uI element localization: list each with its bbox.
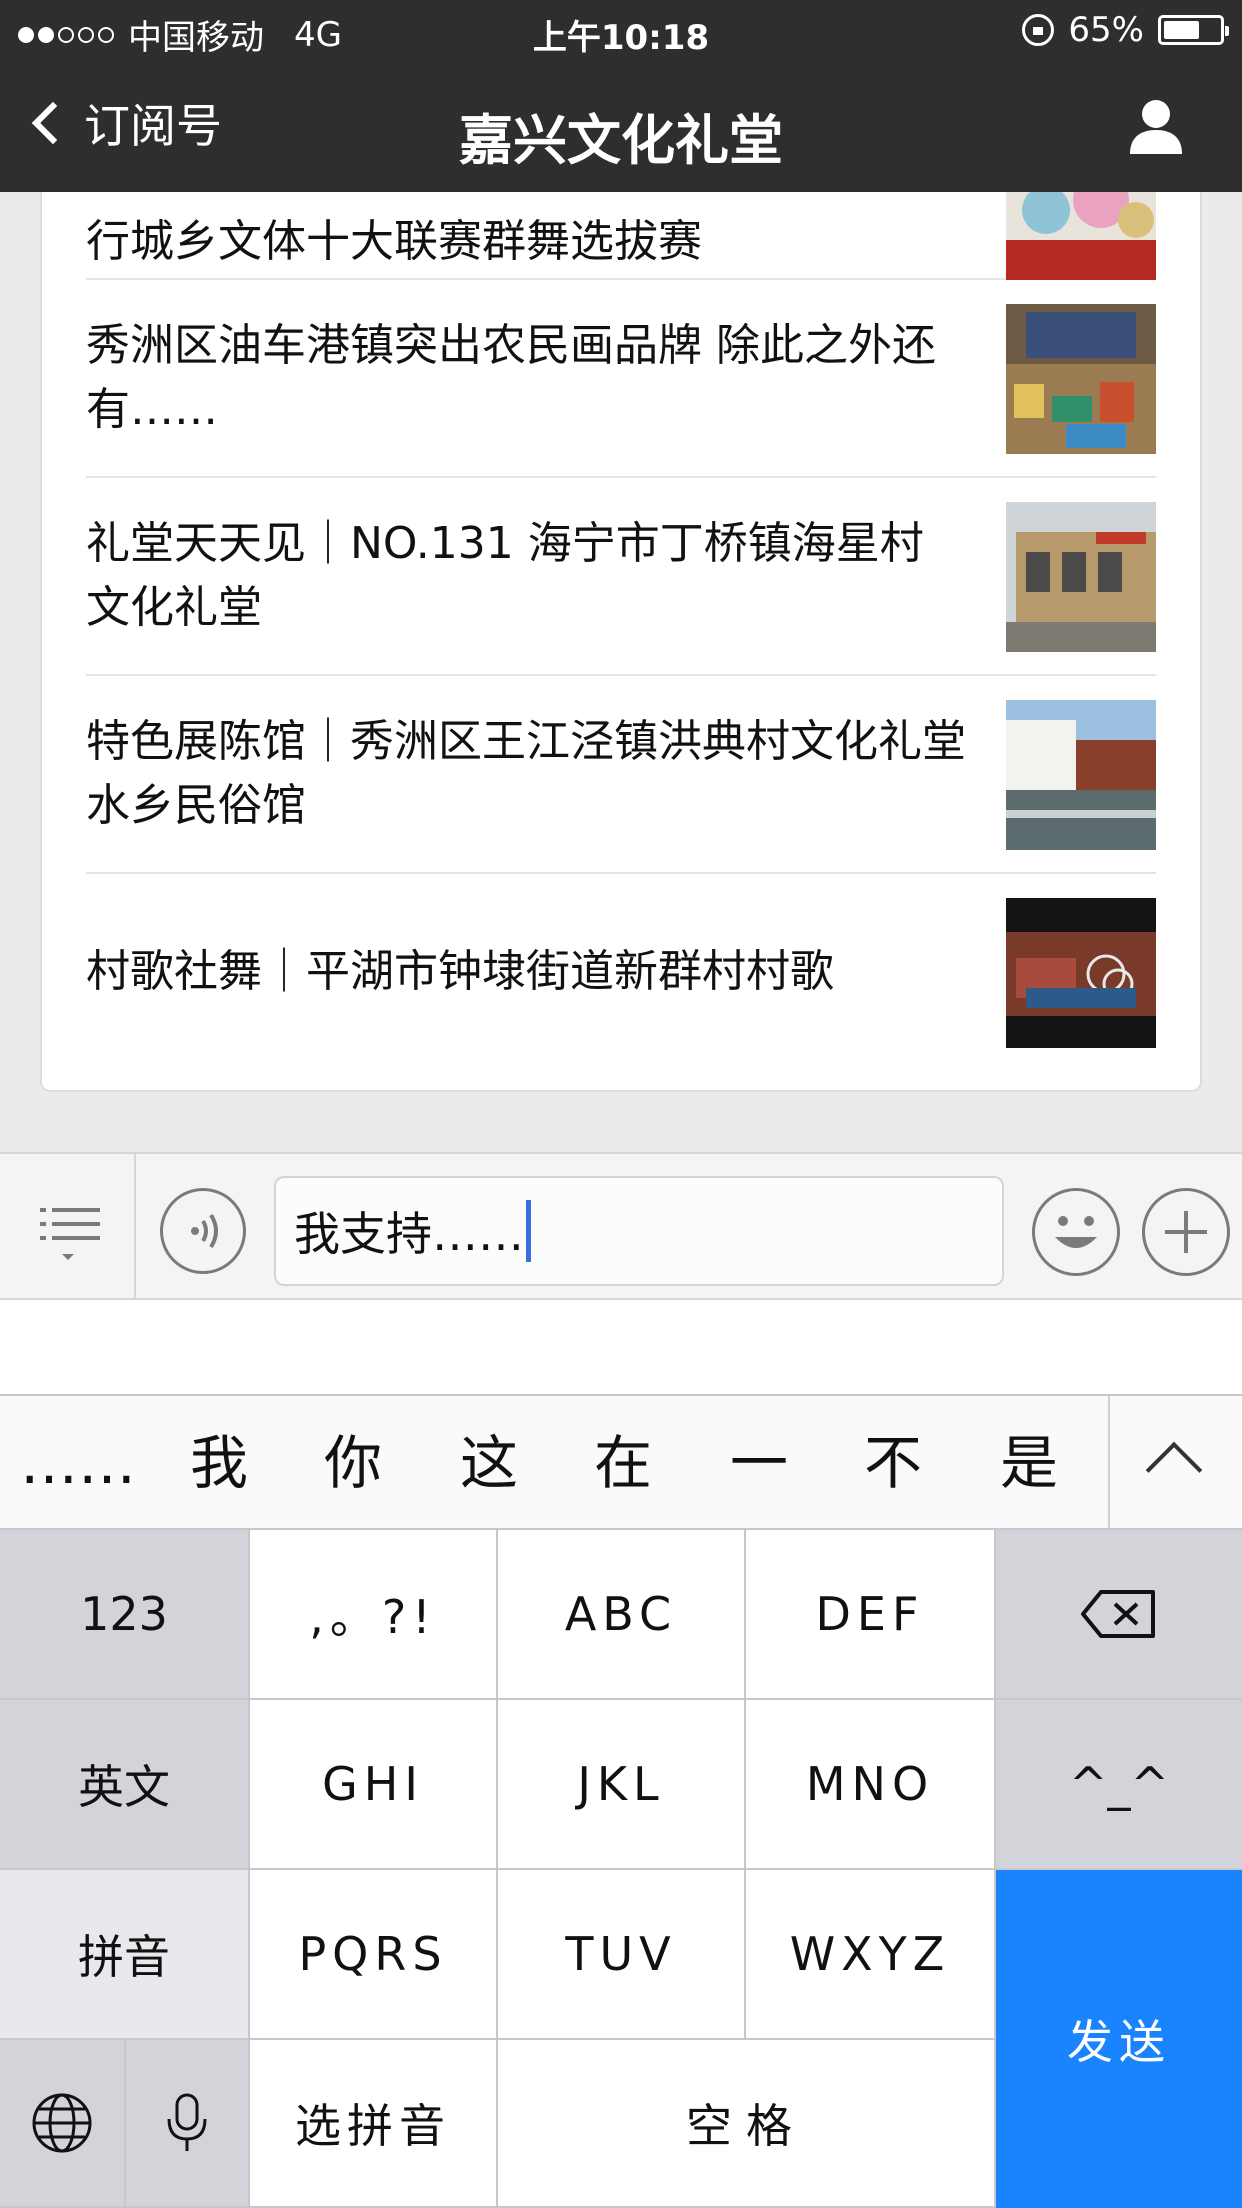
send-button[interactable]: 发送 (996, 1870, 1242, 2208)
battery-icon (1158, 15, 1229, 45)
smiley-icon (1055, 1216, 1097, 1248)
battery-percent: 65% (1068, 10, 1144, 50)
text-caret (526, 1200, 531, 1262)
article-item[interactable]: 村歌社舞｜平湖市钟埭街道新群村村歌 (86, 874, 1156, 1072)
article-title: 村歌社舞｜平湖市钟埭街道新群村村歌 (86, 946, 834, 997)
profile-icon[interactable] (1128, 96, 1184, 156)
microphone-key[interactable] (126, 2040, 250, 2208)
backspace-icon (1081, 1590, 1155, 1638)
backspace-key[interactable] (996, 1530, 1242, 1700)
key-mno[interactable]: MNO (746, 1700, 996, 1870)
voice-icon (191, 1213, 218, 1249)
microphone-icon (167, 2093, 207, 2151)
article-thumbnail (1006, 898, 1156, 1048)
key-abc[interactable]: ABC (498, 1530, 746, 1700)
candidate-word[interactable]: 你 (298, 1430, 408, 1496)
key-jkl[interactable]: JKL (498, 1700, 746, 1870)
keyboard: 123 ,。?! ABC DEF 英文 GHI JKL MNO ^_^ 拼音 P… (0, 1530, 1242, 2208)
rotation-lock-icon (1022, 14, 1055, 46)
status-bar: 中国移动 4G 上午10:18 65% (0, 0, 1242, 62)
key-punctuation[interactable]: ,。?! (250, 1530, 498, 1700)
article-title: 秀洲区油车港镇突出农民画品牌 除此之外还有…… (86, 320, 936, 435)
candidate-word[interactable]: 我 (164, 1430, 274, 1496)
article-item[interactable]: 礼堂天天见｜NO.131 海宁市丁桥镇海星村文化礼堂 (86, 478, 1156, 676)
voice-input-button[interactable] (160, 1188, 246, 1274)
globe-key[interactable] (0, 2040, 126, 2208)
expand-candidates-button[interactable] (1108, 1396, 1242, 1528)
chevron-up-icon (1145, 1441, 1203, 1499)
article-thumbnail (1006, 700, 1156, 850)
article-item[interactable]: 特色展陈馆｜秀洲区王江泾镇洪典村文化礼堂水乡民俗馆 (86, 676, 1156, 874)
key-def[interactable]: DEF (746, 1530, 996, 1700)
candidate-bar: …… 我 你 这 在 一 不 是 (0, 1396, 1242, 1530)
message-input-bar: 我支持…… (0, 1152, 1242, 1300)
key-tuv[interactable]: TUV (498, 1870, 746, 2040)
candidate-word[interactable]: 这 (434, 1430, 544, 1496)
message-input[interactable]: 我支持…… (274, 1176, 1004, 1286)
key-wxyz[interactable]: WXYZ (746, 1870, 996, 2040)
keyboard-top-area (0, 1300, 1242, 1396)
space-key[interactable]: 空格 (498, 2040, 996, 2208)
key-pinyin[interactable]: 拼音 (0, 1870, 250, 2040)
article-list-card: 行城乡文体十大联赛群舞选拔赛 秀洲区油车港镇突出农民画品牌 除此之外还有…… 礼… (40, 140, 1202, 1092)
article-thumbnail (1006, 502, 1156, 652)
message-input-value: 我支持…… (294, 1207, 524, 1261)
emoji-button[interactable] (1032, 1188, 1120, 1276)
menu-toggle-button[interactable] (0, 1154, 136, 1300)
nav-bar: 订阅号 嘉兴文化礼堂 (0, 62, 1242, 192)
article-title: 特色展陈馆｜秀洲区王江泾镇洪典村文化礼堂水乡民俗馆 (86, 716, 966, 831)
candidate-word[interactable]: 在 (568, 1430, 678, 1496)
menu-list-icon (40, 1208, 100, 1260)
article-title: 礼堂天天见｜NO.131 海宁市丁桥镇海星村文化礼堂 (86, 518, 924, 633)
key-123[interactable]: 123 (0, 1530, 250, 1700)
key-pqrs[interactable]: PQRS (250, 1870, 498, 2040)
candidate-word[interactable]: 是 (974, 1430, 1084, 1496)
page-title: 嘉兴文化礼堂 (459, 109, 783, 172)
article-thumbnail (1006, 304, 1156, 454)
key-select-pinyin[interactable]: 选拼音 (250, 2040, 498, 2208)
key-english[interactable]: 英文 (0, 1700, 250, 1870)
key-ghi[interactable]: GHI (250, 1700, 498, 1870)
article-title: 行城乡文体十大联赛群舞选拔赛 (86, 216, 702, 267)
candidate-word[interactable]: …… (20, 1430, 136, 1496)
add-attachment-button[interactable] (1142, 1188, 1230, 1276)
candidate-word[interactable]: 不 (838, 1430, 948, 1496)
article-item[interactable]: 秀洲区油车港镇突出农民画品牌 除此之外还有…… (86, 280, 1156, 478)
candidate-word[interactable]: 一 (704, 1430, 814, 1496)
key-emoticon[interactable]: ^_^ (996, 1700, 1242, 1870)
globe-icon (32, 2093, 92, 2153)
